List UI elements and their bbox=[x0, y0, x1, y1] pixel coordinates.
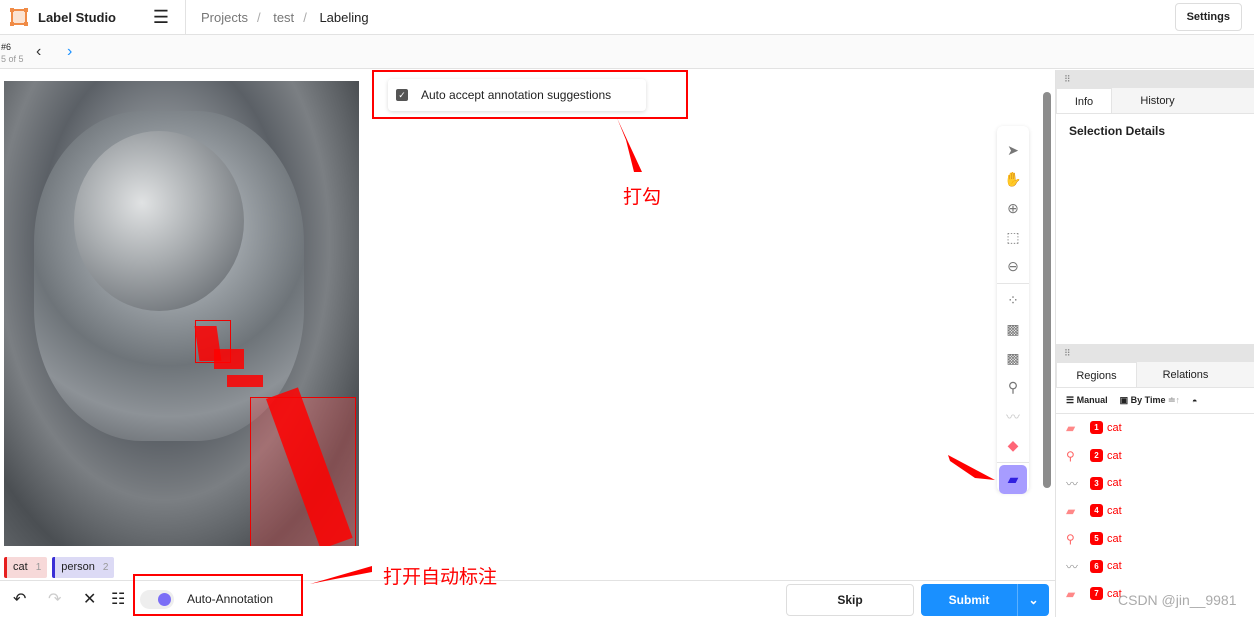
annotation-note-toggle: 打开自动标注 bbox=[383, 567, 498, 588]
annotation-note-check: 打勾 bbox=[623, 187, 662, 208]
arrow-to-toggle-icon bbox=[310, 566, 372, 584]
arrow-to-tool-icon bbox=[948, 455, 995, 480]
annotation-arrows bbox=[310, 118, 995, 584]
arrow-to-checkbox-icon bbox=[617, 118, 642, 172]
watermark: CSDN @jin__9981 bbox=[1118, 592, 1237, 608]
